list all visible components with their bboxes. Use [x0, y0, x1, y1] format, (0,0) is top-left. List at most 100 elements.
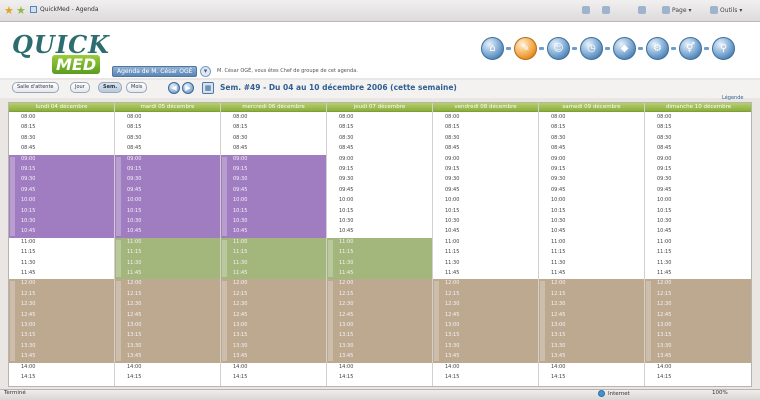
time-slot[interactable]: 10:45	[339, 228, 353, 234]
page-menu[interactable]: Page ▾	[662, 6, 692, 14]
day-header[interactable]: vendredi 08 décembre	[433, 103, 538, 112]
appointment-grip[interactable]	[222, 281, 227, 361]
appointment-grip[interactable]	[222, 156, 227, 236]
time-slot[interactable]: 11:15	[127, 249, 141, 255]
time-slot[interactable]: 08:45	[21, 145, 35, 151]
next-week-button[interactable]: ▶	[182, 82, 194, 94]
time-slot[interactable]: 11:30	[127, 260, 141, 266]
chevron-down-icon[interactable]: ▾	[200, 66, 211, 77]
time-slot[interactable]: 13:15	[445, 332, 459, 338]
time-slot[interactable]: 12:00	[551, 280, 565, 286]
time-slot[interactable]: 13:15	[657, 332, 671, 338]
time-slot[interactable]: 13:00	[339, 322, 353, 328]
time-slot[interactable]: 13:45	[551, 353, 565, 359]
time-slot[interactable]: 09:15	[657, 166, 671, 172]
time-slot[interactable]: 08:00	[657, 114, 671, 120]
time-slot[interactable]: 10:30	[127, 218, 141, 224]
home-nav-icon[interactable]: ⌂	[481, 37, 504, 60]
tools-menu[interactable]: Outils ▾	[710, 6, 742, 14]
calendar-icon[interactable]: ▦	[202, 82, 214, 94]
time-slot[interactable]: 09:15	[21, 166, 35, 172]
time-slot[interactable]: 10:45	[127, 228, 141, 234]
time-slot[interactable]: 08:15	[551, 124, 565, 130]
time-slot[interactable]: 09:15	[551, 166, 565, 172]
time-slot[interactable]: 12:00	[127, 280, 141, 286]
time-slot[interactable]: 09:00	[21, 156, 35, 162]
time-slot[interactable]: 08:30	[233, 135, 247, 141]
appointment-grip[interactable]	[116, 239, 121, 278]
time-slot[interactable]: 12:00	[657, 280, 671, 286]
time-slot[interactable]: 08:45	[657, 145, 671, 151]
time-slot[interactable]: 14:15	[551, 374, 565, 380]
appointment-grip[interactable]	[434, 281, 439, 361]
time-slot[interactable]: 09:00	[339, 156, 353, 162]
time-slot[interactable]: 13:30	[339, 343, 353, 349]
time-slot[interactable]: 12:30	[657, 301, 671, 307]
day-header[interactable]: mardi 05 décembre	[115, 103, 220, 112]
time-slot[interactable]: 08:15	[339, 124, 353, 130]
time-slot[interactable]: 08:15	[127, 124, 141, 130]
time-slot[interactable]: 12:15	[21, 291, 35, 297]
time-slot[interactable]: 09:30	[233, 176, 247, 182]
time-slot[interactable]: 11:00	[233, 239, 247, 245]
time-slot[interactable]: 10:15	[127, 208, 141, 214]
time-slot[interactable]: 11:45	[127, 270, 141, 276]
time-slot[interactable]: 10:15	[445, 208, 459, 214]
security-zone[interactable]: Internet	[598, 390, 630, 397]
appointment-grip[interactable]	[116, 281, 121, 361]
time-slot[interactable]: 13:00	[127, 322, 141, 328]
home-button[interactable]	[582, 6, 590, 14]
time-slot[interactable]: 11:00	[657, 239, 671, 245]
time-slot[interactable]: 13:45	[445, 353, 459, 359]
time-slot[interactable]: 09:00	[127, 156, 141, 162]
time-slot[interactable]: 13:30	[551, 343, 565, 349]
time-slot[interactable]: 10:30	[551, 218, 565, 224]
time-slot[interactable]: 14:00	[445, 364, 459, 370]
appointment-grip[interactable]	[540, 281, 545, 361]
car-nav-icon[interactable]: ◆	[613, 37, 636, 60]
time-slot[interactable]: 08:45	[339, 145, 353, 151]
day-header[interactable]: lundi 04 décembre	[9, 103, 114, 112]
zoom-level[interactable]: 100%	[712, 390, 728, 396]
time-slot[interactable]: 12:00	[233, 280, 247, 286]
time-slot[interactable]: 11:45	[551, 270, 565, 276]
time-slot[interactable]: 14:15	[657, 374, 671, 380]
time-slot[interactable]: 12:15	[445, 291, 459, 297]
time-slot[interactable]: 13:00	[551, 322, 565, 328]
time-slot[interactable]: 09:30	[657, 176, 671, 182]
time-slot[interactable]: 12:15	[127, 291, 141, 297]
time-slot[interactable]: 13:15	[551, 332, 565, 338]
time-slot[interactable]: 09:15	[339, 166, 353, 172]
time-slot[interactable]: 11:45	[339, 270, 353, 276]
time-slot[interactable]: 12:45	[551, 312, 565, 318]
time-slot[interactable]: 12:00	[339, 280, 353, 286]
time-slot[interactable]: 09:00	[657, 156, 671, 162]
time-slot[interactable]: 08:00	[551, 114, 565, 120]
time-slot[interactable]: 13:45	[657, 353, 671, 359]
time-slot[interactable]: 08:15	[445, 124, 459, 130]
favorites-star-icon[interactable]: ★	[4, 4, 14, 17]
time-slot[interactable]: 09:30	[445, 176, 459, 182]
time-slot[interactable]: 11:00	[551, 239, 565, 245]
time-slot[interactable]: 08:30	[21, 135, 35, 141]
time-slot[interactable]: 08:45	[445, 145, 459, 151]
time-slot[interactable]: 12:30	[339, 301, 353, 307]
time-slot[interactable]: 12:30	[445, 301, 459, 307]
waiting-room-button[interactable]: Salle d'attente	[12, 82, 59, 93]
time-slot[interactable]: 10:45	[657, 228, 671, 234]
time-slot[interactable]: 10:45	[233, 228, 247, 234]
time-slot[interactable]: 10:30	[339, 218, 353, 224]
time-slot[interactable]: 12:15	[339, 291, 353, 297]
time-slot[interactable]: 14:00	[551, 364, 565, 370]
time-slot[interactable]: 09:45	[551, 187, 565, 193]
time-slot[interactable]: 08:00	[127, 114, 141, 120]
time-slot[interactable]: 09:45	[339, 187, 353, 193]
appointment-grip[interactable]	[10, 281, 15, 361]
time-slot[interactable]: 12:45	[233, 312, 247, 318]
time-slot[interactable]: 09:00	[233, 156, 247, 162]
time-slot[interactable]: 11:15	[233, 249, 247, 255]
time-slot[interactable]: 10:00	[657, 197, 671, 203]
time-slot[interactable]: 11:15	[445, 249, 459, 255]
appointment-grip[interactable]	[328, 239, 333, 278]
time-slot[interactable]: 13:30	[127, 343, 141, 349]
